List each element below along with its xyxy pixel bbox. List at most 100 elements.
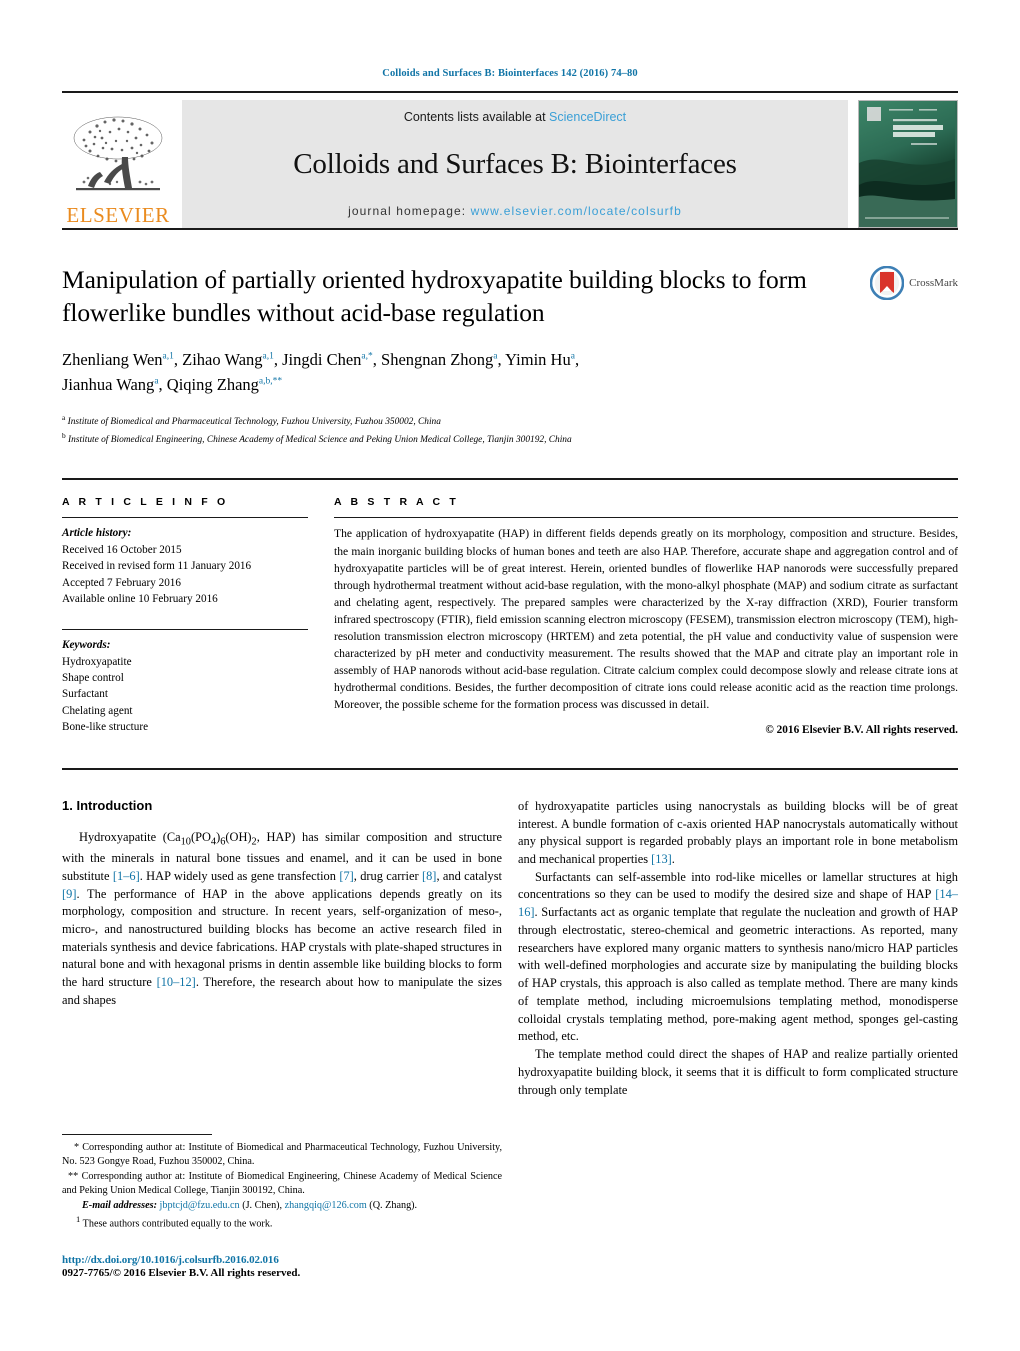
author-name: Zhenliang Wen [62,350,163,370]
body-columns: 1. Introduction Hydroxyapatite (Ca10(PO4… [62,798,958,1099]
affiliation-item: a Institute of Biomedical and Pharmaceut… [62,412,838,430]
paragraph: The template method could direct the sha… [518,1047,958,1097]
body-top-rule [62,767,958,770]
footnote-equal-contribution: 1 These authors contributed equally to t… [62,1213,502,1232]
body-column-left: 1. Introduction Hydroxyapatite (Ca10(PO4… [62,798,502,1099]
author-name: Shengnan Zhong [381,350,494,370]
crossmark-badge[interactable]: CrossMark [854,264,958,448]
affiliation-text: Institute of Biomedical and Pharmaceutic… [67,416,441,427]
doi-link[interactable]: http://dx.doi.org/10.1016/j.colsurfb.201… [62,1254,502,1266]
email-owner-zhang: (Q. Zhang). [369,1199,418,1211]
citation-link[interactable]: [7] [339,869,353,883]
article-info-heading: A R T I C L E I N F O [62,496,229,509]
author-name: Jianhua Wang [62,375,155,394]
issn-copyright: 0927-7765/© 2016 Elsevier B.V. All right… [62,1267,301,1279]
article-info-rule [62,517,308,519]
contents-prefix: Contents lists available at [403,110,550,124]
author-name: Jingdi Chen [282,350,362,370]
author-name: Qiqing Zhang [166,375,259,394]
history-item: Received 16 October 2015 [62,543,182,556]
paper-page: Colloids and Surfaces B: Biointerfaces 1… [0,0,1020,1351]
email-owner-chen: (J. Chen), [242,1199,283,1211]
crossmark-icon [870,266,905,300]
top-rule [62,91,958,93]
author-affil-marker: a,1 [162,351,174,362]
abstract-column: A B S T R A C T The application of hydro… [334,496,958,736]
author-name: Zihao Wang [182,350,263,370]
footnote-text: Corresponding author at: Institute of Bi… [62,1141,503,1168]
citation-link[interactable]: [9] [62,887,76,901]
email-label: E-mail addresses: [82,1199,157,1211]
history-item: Accepted 7 February 2016 [62,576,181,589]
footnote-marker: 1 [76,1214,81,1225]
citation-link[interactable]: [13] [651,852,672,866]
email-link-chen[interactable]: jbptcjd@fzu.edu.cn [160,1200,240,1211]
info-abstract-section: A R T I C L E I N F O Article history: R… [62,496,958,736]
footnote-area: * Corresponding author at: Institute of … [62,1133,502,1279]
author-affil-marker: a,b,** [258,376,283,387]
abstract-rule [334,517,958,519]
cover-artwork [859,101,955,227]
elsevier-logo: ELSEVIER [62,100,174,228]
title-block: Manipulation of partially oriented hydro… [62,264,958,448]
footnote-marker: * [74,1141,80,1153]
footnote-corresponding-1: * Corresponding author at: Institute of … [62,1141,502,1170]
journal-homepage-line: journal homepage: www.elsevier.com/locat… [348,204,682,218]
footnote-text: These authors contributed equally to the… [82,1218,273,1230]
abstract-text: The application of hydroxyapatite (HAP) … [334,527,958,711]
footnote-corresponding-2: ** Corresponding author at: Institute of… [62,1170,502,1199]
affiliation-text: Institute of Biomedical Engineering, Chi… [68,435,572,446]
history-item: Received in revised form 11 January 2016 [62,560,252,573]
author-affil-marker: a,* [361,351,373,362]
paragraph: of hydroxyapatite particles using nanocr… [518,798,958,867]
footnote-text: Corresponding author at: Institute of Bi… [62,1170,502,1197]
affiliation-marker: b [62,431,66,441]
homepage-prefix: journal homepage: [348,204,471,218]
doi-block: http://dx.doi.org/10.1016/j.colsurfb.201… [62,1254,502,1279]
masthead-bottom-rule [62,228,958,230]
keyword-item: Bone-like structure [62,720,149,733]
paragraph-text: Hydroxyapatite (Ca10(PO4)6(OH)2, HAP) ha… [62,829,503,1007]
article-info-column: A R T I C L E I N F O Article history: R… [62,496,334,735]
running-head: Colloids and Surfaces B: Biointerfaces 1… [382,68,638,79]
author-affil-marker: a [570,351,575,362]
journal-title: Colloids and Surfaces B: Biointerfaces [293,147,737,180]
citation-link[interactable]: [1–6] [113,869,140,883]
paragraph: Hydroxyapatite (Ca10(PO4)6(OH)2, HAP) ha… [62,829,502,1010]
affiliation-marker: a [62,412,66,422]
citation-link[interactable]: [10–12] [157,975,196,989]
author-affil-marker: a,1 [262,351,274,362]
journal-masthead: ELSEVIER Contents lists available at Sci… [62,100,958,228]
email-link-zhang[interactable]: zhangqiq@126.com [285,1200,367,1211]
sciencedirect-link[interactable]: ScienceDirect [549,110,626,124]
journal-cover-thumbnail [858,100,958,228]
homepage-url-link[interactable]: www.elsevier.com/locate/colsurfb [471,204,682,218]
journal-banner: Contents lists available at ScienceDirec… [182,100,848,228]
section-heading-introduction: 1. Introduction [62,797,153,813]
citation-link[interactable]: [14–16] [518,887,958,919]
page-title: Manipulation of partially oriented hydro… [62,265,807,327]
abstract-heading: A B S T R A C T [334,496,459,509]
footnote-marker: ** [68,1170,79,1182]
article-history-block: Article history: Received 16 October 201… [62,525,308,607]
crossmark-label: CrossMark [909,277,958,289]
article-history-label: Article history: [62,527,132,540]
citation-link[interactable]: [8] [422,869,436,883]
author-affil-marker: a [493,351,498,362]
author-affil-marker: a [154,376,159,387]
info-top-rule [62,478,958,481]
contents-list-line: Contents lists available at ScienceDirec… [404,110,626,124]
paragraph: Surfactants can self-assemble into rod-l… [518,869,958,1044]
footnote-rule [62,1133,212,1135]
keyword-item: Shape control [62,671,124,684]
affiliation-item: b Institute of Biomedical Engineering, C… [62,430,838,448]
keyword-item: Hydroxyapatite [62,655,132,668]
keyword-item: Surfactant [62,688,108,701]
history-item: Available online 10 February 2016 [62,592,218,605]
keywords-block: Keywords: Hydroxyapatite Shape control S… [62,637,308,735]
keywords-label: Keywords: [62,639,111,652]
keyword-item: Chelating agent [62,704,133,717]
footnote-emails: E-mail addresses: jbptcjd@fzu.edu.cn (J.… [62,1199,502,1213]
author-list: Zhenliang Wena,1, Zihao Wanga,1, Jingdi … [62,350,580,394]
author-name: Yimin Hu [505,350,571,370]
